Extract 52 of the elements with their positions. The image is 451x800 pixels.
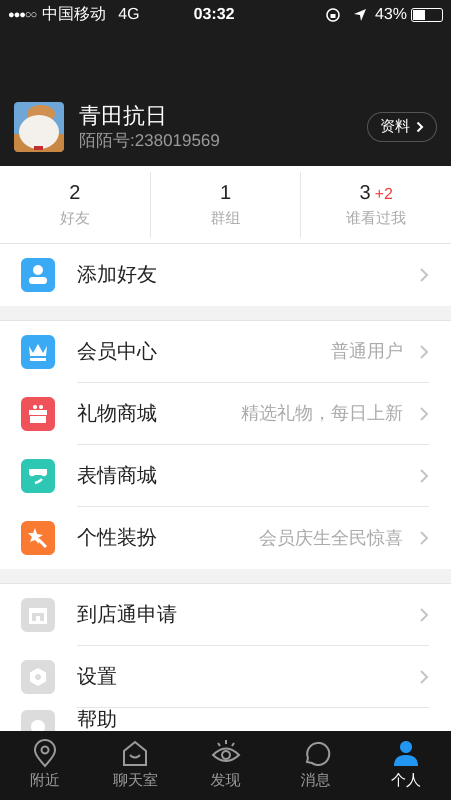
row-label: 帮助 [77, 709, 117, 731]
chevron-icon [419, 530, 429, 546]
chevron-icon [419, 468, 429, 484]
menu-row[interactable]: 添加好友 [0, 244, 451, 306]
row-label: 礼物商城 [77, 402, 157, 426]
tab-item[interactable]: 发现 [180, 731, 271, 800]
chevron-icon [419, 668, 429, 684]
menu-row[interactable]: 表情商城 [0, 445, 451, 507]
stat-label: 好友 [60, 209, 90, 230]
chevron-icon [416, 121, 424, 133]
stat-item[interactable]: 1 群组 [150, 172, 300, 238]
row-detail: 普通用户 [331, 340, 403, 363]
menu-row[interactable]: 个性装扮 会员庆生全民惊喜 [0, 507, 451, 569]
tab-item[interactable]: 附近 [0, 731, 90, 800]
clock: 03:32 [194, 5, 234, 25]
location-arrow-icon [352, 8, 367, 22]
row-label: 到店通申请 [77, 602, 177, 628]
battery-icon [411, 8, 443, 22]
stat-item[interactable]: 3 +2 谁看过我 [300, 172, 451, 238]
tab-item[interactable]: 个人 [360, 731, 451, 800]
chevron-icon [419, 344, 429, 360]
stat-count: 1 [220, 181, 232, 206]
chevron-icon [419, 267, 429, 283]
rotation-lock-icon [324, 7, 341, 23]
profile-button[interactable]: 资料 [367, 112, 437, 142]
network-type: 4G [118, 5, 140, 25]
row-label: 设置 [77, 664, 117, 690]
tab-item[interactable]: 聊天室 [90, 731, 180, 800]
new-views-count: +2 [374, 185, 393, 206]
row-label: 个性装扮 [77, 526, 157, 551]
row-label: 添加好友 [77, 263, 157, 288]
stat-count: 2 [69, 181, 80, 206]
stat-label: 谁看过我 [346, 209, 406, 230]
stat-item[interactable]: 2 好友 [0, 172, 150, 238]
carrier-name: 中国移动 [42, 4, 106, 25]
stat-label: 群组 [210, 209, 240, 230]
chevron-icon [419, 606, 429, 622]
row-detail: 会员庆生全民惊喜 [259, 526, 403, 550]
row-detail: 精选礼物，每日上新 [241, 402, 403, 425]
menu-row[interactable]: 礼物商城 精选礼物，每日上新 [0, 383, 451, 445]
profile-name: 青田抗日 [79, 102, 168, 130]
row-label: 表情商城 [77, 464, 157, 488]
menu-row[interactable]: 会员中心 普通用户 [0, 321, 451, 383]
profile-id: 陌陌号:238019569 [79, 130, 220, 152]
stat-count: 3 [359, 181, 371, 206]
battery-percent: 43% [374, 5, 407, 25]
signal-strength: ●●●○○ [8, 8, 36, 23]
row-label: 会员中心 [77, 340, 157, 364]
chevron-icon [419, 406, 429, 422]
menu-row[interactable]: 到店通申请 [0, 584, 451, 646]
tab-item[interactable]: 消息 [270, 731, 361, 800]
menu-row[interactable]: 设置 [0, 646, 451, 708]
